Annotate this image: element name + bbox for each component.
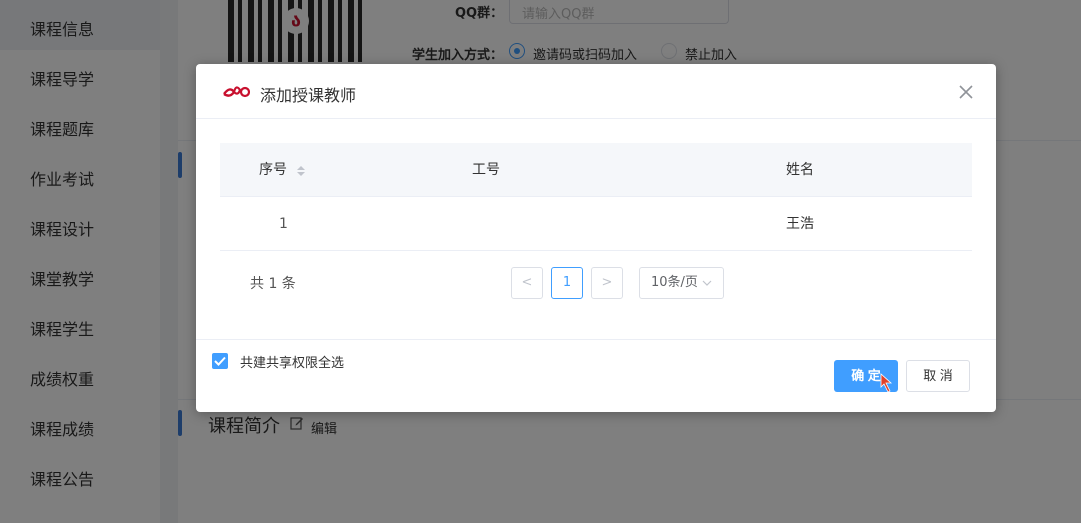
column-header-staff-id: 工号: [472, 162, 500, 178]
sort-icon[interactable]: [296, 164, 306, 178]
share-permission-label[interactable]: 共建共享权限全选: [240, 352, 344, 371]
checkmark-icon: [214, 356, 226, 366]
dialog-title: 添加授课教师: [260, 86, 357, 105]
table-row[interactable]: 1 王浩: [220, 197, 972, 251]
share-permission-checkbox[interactable]: [212, 353, 228, 369]
cell-name: 王浩: [786, 216, 814, 232]
brand-logo-icon: [223, 86, 250, 98]
mouse-cursor-icon: [880, 373, 893, 393]
prev-page-button[interactable]: <: [511, 267, 543, 299]
add-teacher-dialog: 添加授课教师 序号 工号 姓名 1 王浩 共 1 条 < 1 > 10条/页 共…: [196, 64, 996, 412]
table-header: 序号 工号 姓名: [220, 143, 972, 197]
column-header-name: 姓名: [786, 162, 814, 178]
chevron-down-icon: [702, 280, 712, 286]
teacher-table: 序号 工号 姓名 1 王浩: [220, 143, 972, 251]
pagination-total: 共 1 条: [250, 276, 296, 292]
cancel-button[interactable]: 取 消: [906, 360, 970, 392]
next-page-button[interactable]: >: [591, 267, 623, 299]
cell-index: 1: [279, 216, 288, 232]
page-1-button[interactable]: 1: [551, 267, 583, 299]
column-header-index[interactable]: 序号: [259, 143, 287, 197]
dialog-footer-divider: [196, 339, 996, 340]
close-icon[interactable]: [958, 84, 974, 100]
dialog-header: 添加授课教师: [196, 64, 996, 119]
